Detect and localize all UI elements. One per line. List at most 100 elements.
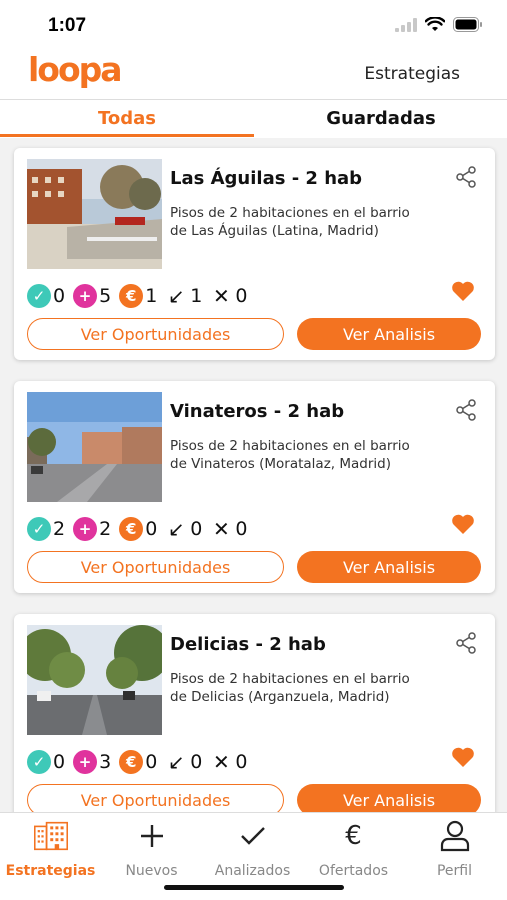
estrategias-link[interactable]: Estrategias (364, 64, 460, 84)
strategy-list[interactable]: Las Águilas - 2 hab Pisos de 2 habitacio… (0, 138, 507, 812)
share-icon[interactable] (455, 399, 477, 421)
ver-oportunidades-button[interactable]: Ver Oportunidades (27, 784, 284, 812)
close-icon: ✕ (212, 284, 230, 308)
close-icon: ✕ (212, 517, 230, 541)
stat-discarded-value: 0 (235, 751, 248, 773)
card-title[interactable]: Las Águilas - 2 hab (170, 168, 362, 189)
active-tab-indicator (0, 134, 254, 137)
stat-analyzed: ✓ 0 (27, 284, 65, 308)
check-badge-icon: ✓ (27, 750, 51, 774)
stat-offered-value: 0 (145, 518, 158, 540)
ver-analisis-button[interactable]: Ver Analisis (297, 318, 481, 350)
buildings-icon (33, 819, 68, 853)
stat-offered: € 1 (119, 284, 157, 308)
nav-item-perfil[interactable]: Perfil (404, 813, 505, 893)
nav-label: Ofertados (318, 863, 389, 879)
card-title[interactable]: Delicias - 2 hab (170, 634, 326, 655)
stat-analyzed-value: 2 (53, 518, 66, 540)
ver-oportunidades-button[interactable]: Ver Oportunidades (27, 318, 284, 350)
arrow-down-left-icon: ↙ (167, 284, 185, 308)
close-icon: ✕ (212, 750, 230, 774)
battery-icon (453, 17, 483, 36)
stat-discarded-value: 0 (235, 518, 248, 540)
cellular-icon (395, 17, 417, 36)
euro-badge-icon: € (119, 284, 144, 308)
strategy-card[interactable]: Delicias - 2 hab Pisos de 2 habitaciones… (14, 614, 495, 812)
stat-new-value: 2 (99, 518, 112, 540)
user-icon (438, 819, 472, 853)
favorite-heart-icon[interactable] (451, 513, 475, 535)
stat-offered: € 0 (119, 750, 157, 774)
stat-down-value: 1 (190, 285, 203, 307)
card-description: Pisos de 2 habitaciones en el barrio de … (170, 438, 410, 472)
tab-guardadas[interactable]: Guardadas (254, 108, 507, 129)
nav-label: Nuevos (125, 863, 178, 879)
wifi-icon (424, 16, 446, 36)
plus-badge-icon: + (73, 517, 98, 541)
strategy-card[interactable]: Vinateros - 2 hab Pisos de 2 habitacione… (14, 381, 495, 593)
stat-down: ↙ 0 (165, 750, 202, 774)
stat-offered-value: 0 (145, 751, 158, 773)
stat-new: + 5 (73, 284, 111, 308)
card-description: Pisos de 2 habitaciones en el barrio de … (170, 671, 410, 705)
card-title[interactable]: Vinateros - 2 hab (170, 401, 344, 422)
plus-badge-icon: + (73, 284, 98, 308)
tab-todas[interactable]: Todas (0, 108, 254, 129)
stat-new: + 3 (73, 750, 111, 774)
nav-item-ofertados[interactable]: € Ofertados (303, 813, 404, 893)
ver-analisis-button[interactable]: Ver Analisis (297, 551, 481, 583)
nav-item-estrategias[interactable]: Estrategias (0, 813, 101, 893)
card-photo[interactable] (27, 625, 162, 735)
stat-analyzed-value: 0 (53, 751, 66, 773)
nav-item-nuevos[interactable]: Nuevos (101, 813, 202, 893)
stat-offered-value: 1 (145, 285, 158, 307)
status-indicators (395, 16, 483, 36)
stat-offered: € 0 (119, 517, 157, 541)
stat-down-value: 0 (190, 518, 203, 540)
card-stats: ✓ 0 + 5 € 1 ↙ 1 ✕ 0 (27, 283, 255, 309)
share-icon[interactable] (455, 632, 477, 654)
arrow-down-left-icon: ↙ (167, 517, 185, 541)
stat-discarded: ✕ 0 (210, 750, 247, 774)
strategy-card[interactable]: Las Águilas - 2 hab Pisos de 2 habitacio… (14, 148, 495, 360)
app-header: loopa Estrategias (0, 46, 507, 100)
loopa-logo[interactable]: loopa (28, 50, 123, 89)
stat-discarded: ✕ 0 (210, 284, 247, 308)
euro-badge-icon: € (119, 517, 144, 541)
stat-down-value: 0 (190, 751, 203, 773)
check-badge-icon: ✓ (27, 517, 51, 541)
euro-icon: € (345, 821, 362, 851)
stat-analyzed-value: 0 (53, 285, 66, 307)
share-icon[interactable] (455, 166, 477, 188)
favorite-heart-icon[interactable] (451, 280, 475, 302)
stat-new: + 2 (73, 517, 111, 541)
nav-label: Estrategias (5, 863, 96, 879)
arrow-down-left-icon: ↙ (167, 750, 185, 774)
plus-badge-icon: + (73, 750, 98, 774)
home-indicator (164, 885, 344, 890)
ver-oportunidades-button[interactable]: Ver Oportunidades (27, 551, 284, 583)
card-photo[interactable] (27, 159, 162, 269)
favorite-heart-icon[interactable] (451, 746, 475, 768)
status-time: 1:07 (48, 15, 87, 36)
card-photo[interactable] (27, 392, 162, 502)
ver-analisis-button[interactable]: Ver Analisis (297, 784, 481, 812)
check-icon (236, 819, 270, 853)
stat-new-value: 3 (99, 751, 112, 773)
stat-down: ↙ 1 (165, 284, 202, 308)
stat-down: ↙ 0 (165, 517, 202, 541)
stat-new-value: 5 (99, 285, 112, 307)
card-stats: ✓ 2 + 2 € 0 ↙ 0 ✕ 0 (27, 516, 255, 542)
card-stats: ✓ 0 + 3 € 0 ↙ 0 ✕ 0 (27, 749, 255, 775)
nav-label: Analizados (214, 863, 291, 879)
stat-analyzed: ✓ 2 (27, 517, 65, 541)
nav-label: Perfil (436, 863, 473, 879)
status-bar: 1:07 (0, 0, 507, 46)
euro-badge-icon: € (119, 750, 144, 774)
check-badge-icon: ✓ (27, 284, 51, 308)
nav-item-analizados[interactable]: Analizados (202, 813, 303, 893)
stat-discarded: ✕ 0 (210, 517, 247, 541)
tab-bar: Todas Guardadas (0, 100, 507, 138)
stat-analyzed: ✓ 0 (27, 750, 65, 774)
card-description: Pisos de 2 habitaciones en el barrio de … (170, 205, 410, 239)
